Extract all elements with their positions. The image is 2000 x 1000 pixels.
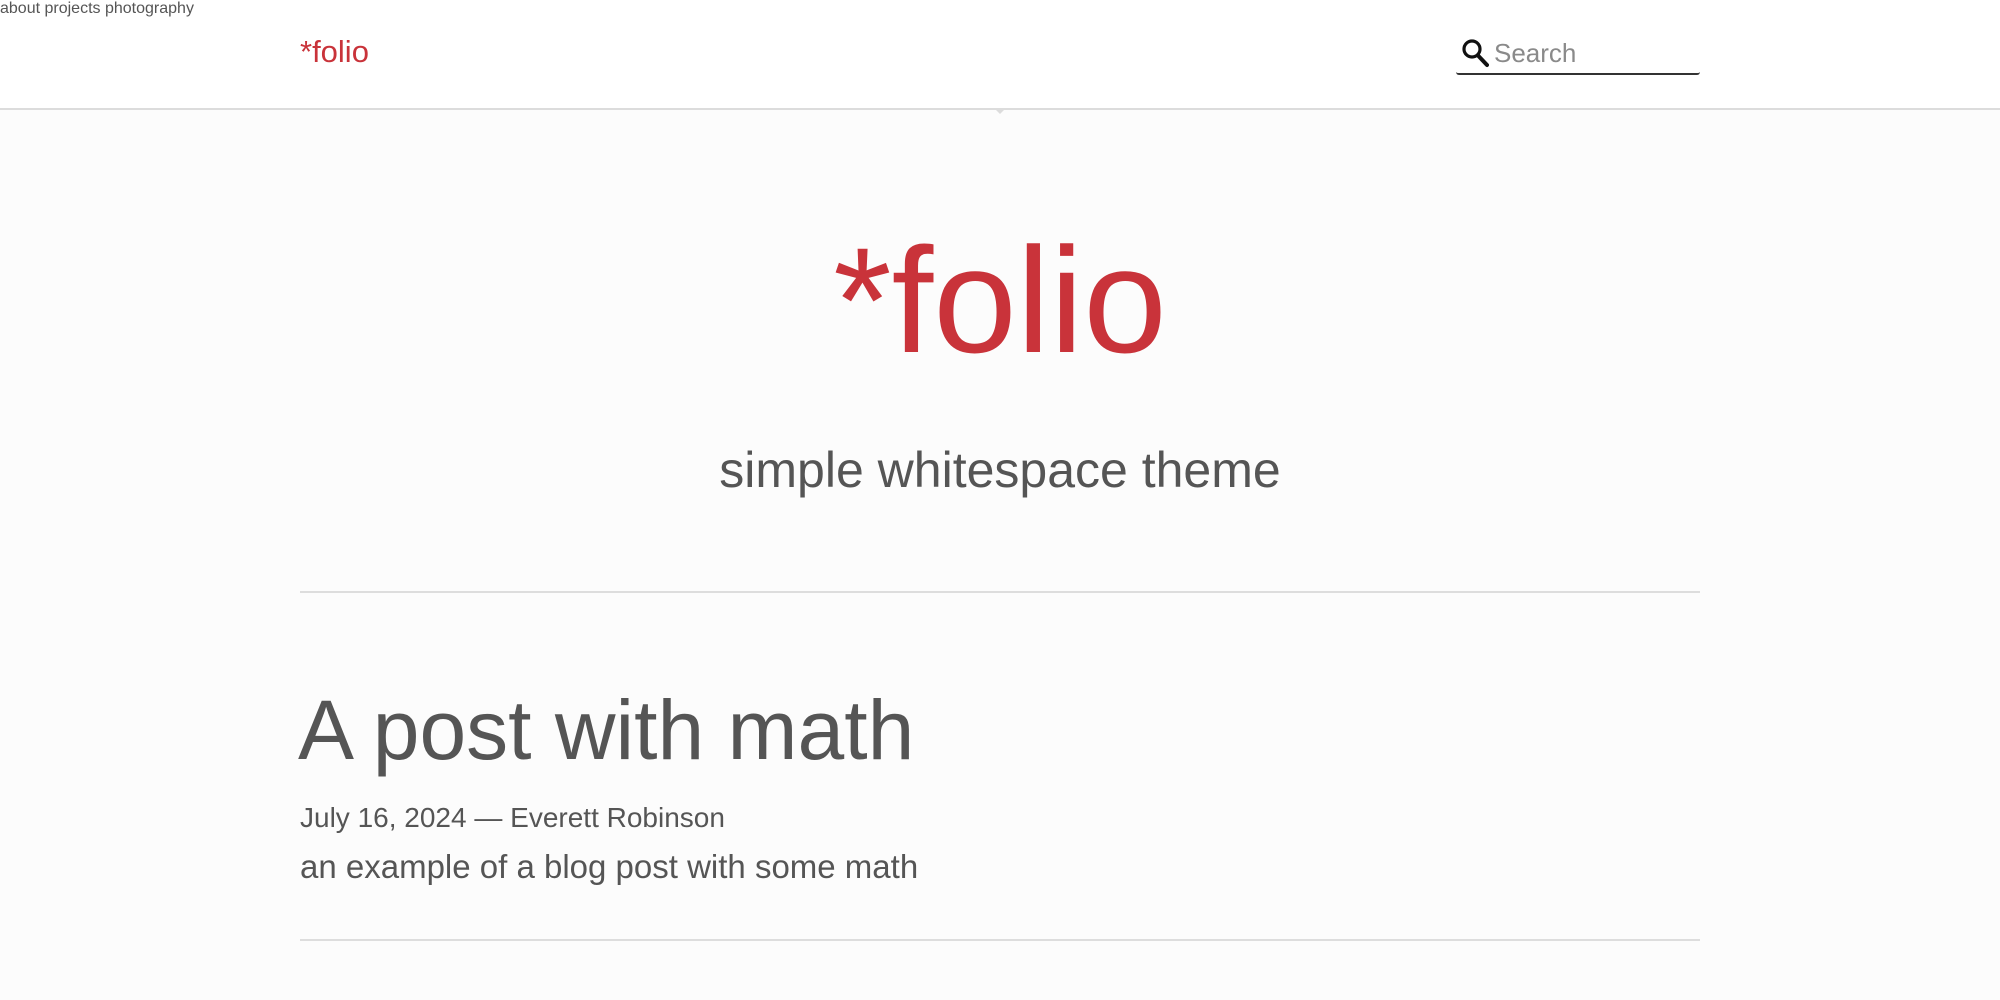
post-date: July 16, 2024 <box>300 802 467 833</box>
top-navbar: *folio about projects photography <box>0 0 2000 110</box>
post-title-link[interactable]: A post with math <box>298 680 914 780</box>
hero-subtitle: simple whitespace theme <box>719 442 1281 498</box>
nav-photography-link[interactable]: photography <box>105 0 194 17</box>
search-input[interactable] <box>1494 35 1694 71</box>
nav-about-link[interactable]: about <box>0 0 40 17</box>
main-nav: about projects photography <box>0 0 2000 18</box>
post-meta: July 16, 2024 — Everett Robinson <box>300 801 725 835</box>
header-caret <box>996 110 1004 114</box>
search-box[interactable] <box>1456 33 1700 75</box>
brand-link[interactable]: *folio <box>300 32 369 72</box>
post-divider <box>300 939 1700 941</box>
search-icon[interactable] <box>1461 38 1489 68</box>
post-author: Everett Robinson <box>510 802 725 833</box>
post-meta-separator: — <box>474 802 503 833</box>
post-description: an example of a blog post with some math <box>300 848 919 885</box>
hero-divider <box>300 591 1700 593</box>
nav-projects-link[interactable]: projects <box>45 0 101 17</box>
hero-title: *folio <box>833 216 1167 384</box>
